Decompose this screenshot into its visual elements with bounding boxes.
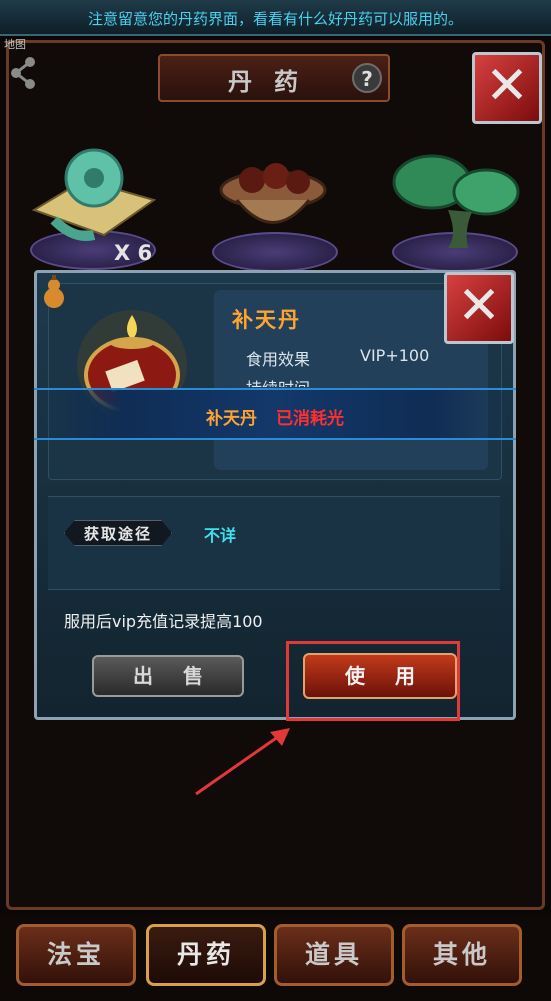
share-icon[interactable] — [8, 52, 38, 94]
duration-label: 持续时间 — [246, 375, 310, 387]
map-label[interactable]: 地图 — [4, 36, 26, 52]
highlight-box — [286, 641, 460, 721]
tab-daoju[interactable]: 道具 — [274, 924, 394, 986]
tab-danyao[interactable]: 丹药 — [146, 924, 266, 986]
help-icon[interactable]: ? — [352, 63, 382, 93]
item-description: 服用后vip充值记录提高100 — [64, 612, 263, 631]
close-icon: ✕ — [485, 56, 529, 116]
tab-qita[interactable]: 其他 — [402, 924, 522, 986]
sell-button[interactable]: 出售 — [92, 655, 244, 697]
pointer-arrow-icon — [195, 728, 290, 796]
status-toast — [34, 388, 516, 440]
pill-bowl-icon[interactable] — [212, 150, 334, 250]
toast-item-name: 补天丹 — [206, 409, 257, 429]
item-name: 补天丹 — [232, 308, 301, 332]
gourd-icon — [44, 275, 64, 308]
source-label: 获取途径 — [64, 520, 172, 546]
item-quantity: X 6 — [114, 241, 153, 265]
notice-text: 注意留意您的丹药界面，看看有什么好丹药可以服用的。 — [87, 10, 463, 28]
effect-value: VIP+100 — [360, 346, 430, 365]
effect-label: 食用效果 — [246, 350, 311, 369]
source-value: 不详 — [204, 526, 237, 545]
close-dialog-button[interactable]: ✕ — [444, 272, 514, 344]
tab-fabao[interactable]: 法宝 — [16, 924, 136, 986]
close-icon: ✕ — [457, 276, 501, 336]
toast-status: 已消耗光 — [276, 409, 344, 429]
lingzhi-mushroom-icon[interactable] — [388, 150, 522, 250]
jade-pendant-icon[interactable] — [24, 140, 164, 250]
close-panel-button[interactable]: ✕ — [472, 52, 542, 124]
